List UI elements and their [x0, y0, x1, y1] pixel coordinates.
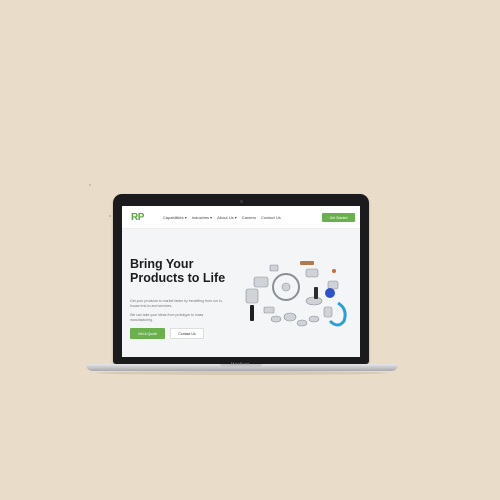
background-speck — [109, 215, 111, 217]
product-parts-image — [245, 261, 347, 327]
nav-item-capabilities[interactable]: Capabilities ▾ — [163, 215, 187, 220]
nav-item-industries[interactable]: Industries ▾ — [192, 215, 212, 220]
site-header: RP Capabilities ▾ Industries ▾ About Us … — [122, 206, 360, 229]
hero-section: Bring Your Products to Life Get your pro… — [122, 229, 360, 357]
laptop-shadow — [96, 371, 388, 375]
hero-description-line-2: house end-to-end services. — [130, 304, 173, 308]
hero-title: Bring Your Products to Life — [130, 257, 225, 285]
camera-icon — [240, 200, 243, 203]
laptop-screen: RP Capabilities ▾ Industries ▾ About Us … — [122, 206, 360, 357]
hero-title-line-2: Products to Life — [130, 271, 226, 285]
hero-description: Get your products to market faster by be… — [130, 299, 238, 309]
get-started-button[interactable]: Get Started — [322, 213, 355, 222]
hero-subtext: We can take your ideas from prototype to… — [130, 313, 238, 323]
laptop-lid: RP Capabilities ▾ Industries ▾ About Us … — [113, 194, 369, 364]
main-menu: Capabilities ▾ Industries ▾ About Us ▾ C… — [163, 215, 286, 220]
background-speck — [89, 184, 91, 186]
nav-item-careers[interactable]: Careers — [242, 215, 256, 220]
nav-item-about-us[interactable]: About Us ▾ — [217, 215, 237, 220]
nav-item-contact-us[interactable]: Contact Us — [261, 215, 281, 220]
laptop-brand-label: MacBook — [231, 361, 250, 366]
contact-us-button[interactable]: Contact Us — [170, 328, 204, 339]
site-logo[interactable]: RP — [131, 212, 144, 223]
hero-title-line-1: Bring Your — [130, 257, 194, 271]
hero-subtext-line-2: manufacturing. — [130, 318, 154, 322]
get-a-quote-button[interactable]: Get A Quote — [130, 328, 165, 339]
